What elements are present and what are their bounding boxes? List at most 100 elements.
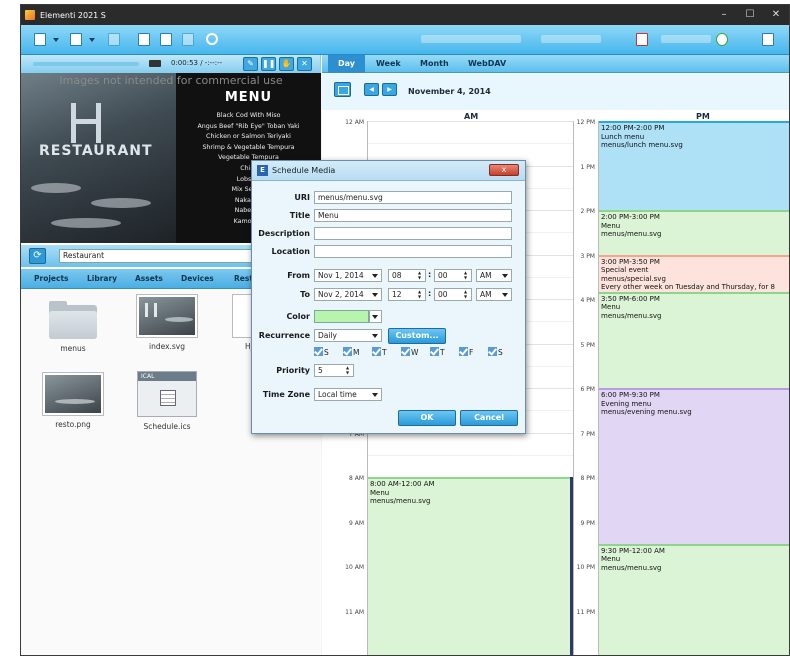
from-minute-stepper[interactable]: 00 ▲ ▼ [434, 269, 472, 282]
priority-label: Priority [276, 366, 310, 375]
tab-webdav[interactable]: WebDAV [458, 55, 516, 73]
from-label: From [287, 271, 310, 280]
checkbox-checked-icon [343, 347, 352, 356]
timezone-select[interactable]: Local time [314, 388, 382, 401]
publish-button[interactable] [757, 31, 779, 49]
edit-button[interactable]: ✎ [243, 57, 258, 71]
hour-label: 12 PM [576, 119, 595, 126]
file-name: index.svg [148, 342, 185, 351]
tab-devices[interactable]: Devices [181, 274, 214, 283]
tab-month[interactable]: Month [410, 55, 459, 73]
new-dropdown-icon[interactable] [89, 38, 95, 42]
close-preview-button[interactable]: ✕ [297, 57, 312, 71]
player-progress-track[interactable] [33, 62, 139, 66]
paste-button[interactable] [177, 31, 199, 49]
location-input[interactable] [314, 245, 512, 258]
next-day-button[interactable]: ▶ [382, 83, 397, 96]
file-item-index-svg[interactable]: index.svg [127, 295, 207, 351]
tab-projects[interactable]: Projects [34, 274, 69, 283]
weekday-checkbox[interactable]: T [372, 347, 387, 357]
to-ampm-select[interactable]: AM [476, 288, 512, 301]
menu-item: Chicken or Salmon Teriyaki [206, 133, 291, 141]
calendar-event[interactable]: 2:00 PM-3:00 PM Menu menus/menu.svg [599, 210, 789, 255]
chevron-down-icon [372, 274, 378, 278]
preview-watermark: Images not intended for commercial use [59, 74, 283, 87]
player-progress-knob[interactable] [149, 60, 161, 67]
weekday-checkbox[interactable]: M [343, 347, 359, 357]
pm-day-column[interactable]: 12:00 PM-2:00 PM Lunch menu menus/lunch me… [598, 121, 789, 655]
to-date-select[interactable]: Nov 2, 2014 [314, 288, 382, 301]
from-ampm-select[interactable]: AM [476, 269, 512, 282]
hour-label: 9 AM [348, 519, 364, 527]
file-item-resto-png[interactable]: resto.png [33, 373, 113, 429]
weekday-checkbox[interactable]: S [314, 347, 329, 357]
restaurant-logo-mark [71, 103, 101, 143]
new-button[interactable] [65, 31, 87, 49]
calendar-nav: ◀ ▶ November 4, 2014 [322, 74, 789, 110]
minimize-button[interactable]: – [711, 5, 737, 25]
recurrence-select[interactable]: Daily [314, 329, 382, 342]
window-title: Elementi 2021 S [40, 10, 106, 20]
priority-stepper[interactable]: 5 ▲ ▼ [314, 364, 354, 377]
publish-icon [762, 33, 774, 46]
new-document-icon [70, 33, 82, 46]
maximize-button[interactable]: ☐ [737, 5, 763, 25]
add-device-button[interactable] [711, 31, 733, 49]
file-item-menus[interactable]: menus [33, 299, 113, 353]
weekday-checkbox[interactable]: T [430, 347, 445, 357]
previous-day-button[interactable]: ◀ [364, 83, 379, 96]
file-name: menus [60, 344, 86, 353]
weekday-checkbox[interactable]: F [459, 347, 473, 357]
pan-button[interactable]: ✋ [279, 57, 294, 71]
from-hour-stepper[interactable]: 08 ▲ ▼ [388, 269, 426, 282]
copy-button[interactable] [155, 31, 177, 49]
calendar-event[interactable]: 6:00 PM-9:30 PM Evening menu menus/evening… [599, 388, 789, 544]
event-uri: menus/evening menu.svg [601, 408, 692, 416]
hour-label: 8 AM [348, 475, 364, 482]
weekday-checkbox[interactable]: W [401, 347, 418, 357]
description-input[interactable] [314, 227, 512, 240]
paste-icon [182, 33, 194, 46]
stop-button[interactable] [631, 31, 653, 49]
to-hour-stepper[interactable]: 12 ▲ ▼ [388, 288, 426, 301]
color-dropdown[interactable] [369, 310, 382, 323]
checkbox-checked-icon [372, 347, 381, 356]
menu-item: Black Cod With Miso [216, 112, 281, 119]
calendar-event[interactable]: 8:00 AM-12:00 AM Menu menus/menu.svg [368, 477, 570, 655]
weekday-checkbox[interactable]: S [488, 347, 503, 357]
grid-line [368, 121, 573, 122]
uri-input[interactable]: menus/menu.svg [314, 191, 512, 204]
color-picker[interactable] [314, 310, 369, 323]
pause-button[interactable]: ❚❚ [261, 57, 276, 71]
tab-library[interactable]: Library [87, 274, 117, 283]
custom-recurrence-button[interactable]: Custom... [388, 328, 446, 344]
cancel-button[interactable]: Cancel [460, 410, 518, 426]
chevron-down-icon [372, 315, 378, 319]
refresh-icon[interactable]: ⟳ [29, 248, 46, 264]
event-time: 6:00 PM-9:30 PM [601, 391, 660, 399]
calendar-event[interactable]: 12:00 PM-2:00 PM Lunch menu menus/lunch me… [599, 121, 789, 210]
menu-dropdown-icon[interactable] [53, 38, 59, 42]
event-title: Menu [601, 221, 621, 230]
ok-button[interactable]: OK [398, 410, 456, 426]
am-column-header: AM [464, 112, 479, 121]
save-button[interactable] [103, 31, 125, 49]
tab-assets[interactable]: Assets [135, 274, 163, 283]
close-button[interactable]: ✕ [763, 5, 789, 25]
tab-day[interactable]: Day [328, 55, 366, 73]
cut-button[interactable] [133, 31, 155, 49]
calendar-event[interactable]: 3:00 PM-3:50 PM Special event menus/specia… [599, 254, 789, 292]
dialog-close-button[interactable]: x [489, 164, 519, 176]
to-minute-stepper[interactable]: 00 ▲ ▼ [434, 288, 472, 301]
from-date-select[interactable]: Nov 1, 2014 [314, 269, 382, 282]
menu-button[interactable] [29, 31, 51, 49]
weekday-label: S [498, 348, 503, 357]
file-item-schedule-ics[interactable]: ICAL Schedule.ics [127, 371, 207, 431]
calendar-event[interactable]: 3:50 PM-6:00 PM Menu menus/menu.svg [599, 291, 789, 388]
calendar-grid-icon[interactable] [334, 82, 351, 97]
event-time: 3:50 PM-6:00 PM [601, 294, 660, 303]
calendar-event[interactable]: 9:30 PM-12:00 AM Menu menus/menu.svg [599, 543, 789, 655]
tab-week[interactable]: Week [366, 55, 411, 73]
undo-button[interactable] [201, 31, 223, 49]
title-input[interactable]: Menu [314, 209, 512, 222]
